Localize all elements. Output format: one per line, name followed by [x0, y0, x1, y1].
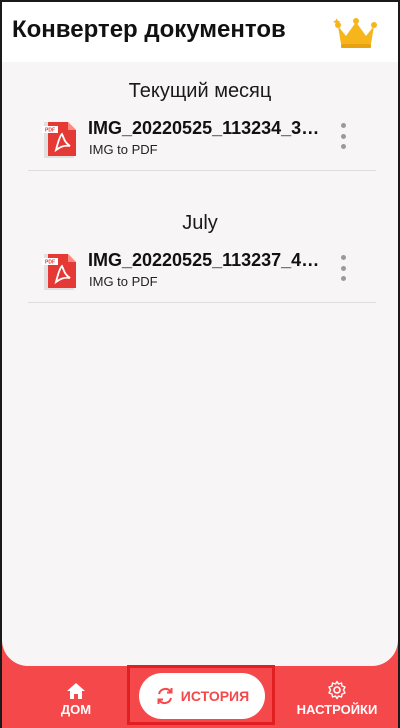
section-header-current-month: Текущий месяц [128, 80, 272, 102]
nav-settings-button[interactable]: НАСТРОЙКИ [292, 680, 382, 717]
pdf-file-icon: PDF [42, 122, 76, 158]
crown-icon [333, 18, 377, 48]
file-name: IMG_20220525_113234_37... [88, 118, 320, 138]
nav-home-button[interactable]: ДОМ [52, 682, 100, 717]
divider [28, 170, 376, 171]
nav-history-button[interactable]: ИСТОРИЯ [139, 673, 265, 719]
section-header-july: July [182, 212, 218, 234]
file-type: IMG to PDF [89, 142, 158, 157]
file-type: IMG to PDF [89, 274, 158, 289]
home-icon [67, 683, 85, 699]
more-vert-icon [340, 123, 346, 128]
gear-icon [328, 680, 346, 700]
file-name: IMG_20220525_113237_48... [88, 250, 320, 270]
divider [28, 302, 376, 303]
page-title: Конвертер документов [12, 16, 286, 43]
nav-history-label: ИСТОРИЯ [180, 688, 250, 704]
sync-icon [157, 687, 173, 705]
more-options-button[interactable] [336, 252, 350, 284]
more-options-button[interactable] [336, 120, 350, 152]
nav-settings-label: НАСТРОЙКИ [296, 702, 378, 717]
history-list: Текущий месяц PDF IMG_20220525_113234_37… [2, 62, 398, 666]
app-bar: Конвертер документов [2, 2, 398, 62]
nav-home-label: ДОМ [60, 702, 92, 717]
list-item[interactable]: PDF IMG_20220525_113237_48... IMG to PDF [2, 250, 398, 310]
more-vert-icon [340, 255, 346, 260]
pdf-file-icon: PDF [42, 254, 76, 290]
svg-text:PDF: PDF [45, 128, 55, 134]
list-item[interactable]: PDF IMG_20220525_113234_37... IMG to PDF [2, 118, 398, 178]
svg-text:PDF: PDF [45, 260, 55, 266]
premium-button[interactable] [332, 14, 380, 50]
